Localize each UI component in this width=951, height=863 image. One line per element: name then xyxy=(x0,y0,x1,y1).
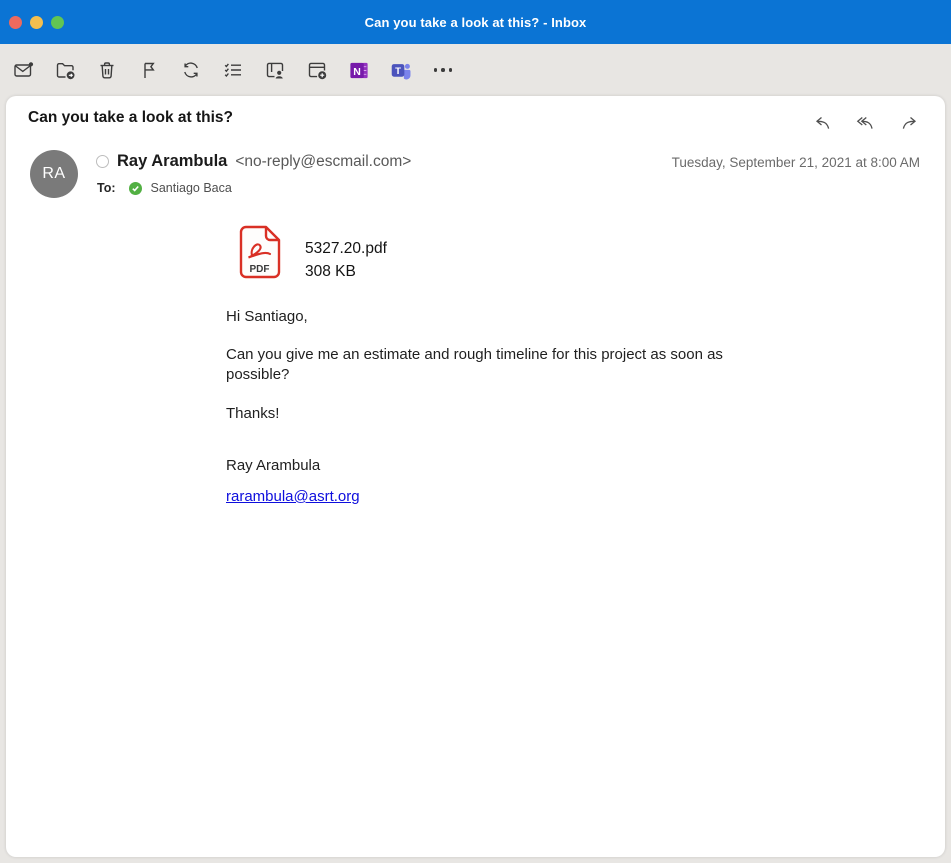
attachment-size: 308 KB xyxy=(305,260,387,283)
svg-text:T: T xyxy=(395,66,401,77)
checklist-icon xyxy=(222,59,244,81)
body-paragraph: Can you give me an estimate and rough ti… xyxy=(226,345,724,385)
onenote-icon: N xyxy=(348,59,370,82)
verified-check-icon xyxy=(129,182,142,195)
flag-icon xyxy=(138,59,160,81)
delete-button[interactable] xyxy=(96,59,118,81)
trash-icon xyxy=(96,59,118,81)
svg-text:N: N xyxy=(353,65,361,77)
onenote-button[interactable]: N xyxy=(348,59,370,81)
reading-pane: Can you take a look at this? RA Ra xyxy=(6,96,945,857)
todo-list-button[interactable] xyxy=(222,59,244,81)
flag-button[interactable] xyxy=(138,59,160,81)
sync-button[interactable] xyxy=(180,59,202,81)
new-window-button[interactable] xyxy=(306,59,328,81)
more-icon xyxy=(434,68,453,72)
svg-text:PDF: PDF xyxy=(250,264,270,275)
teams-icon: T xyxy=(390,59,412,82)
message-date: Tuesday, September 21, 2021 at 8:00 AM xyxy=(672,155,920,170)
mark-unread-button[interactable] xyxy=(12,59,34,81)
body-signature: Ray Arambula xyxy=(226,456,731,476)
body-greeting: Hi Santiago, xyxy=(226,307,731,327)
recipient-name[interactable]: Santiago Baca xyxy=(151,181,232,195)
zoom-window-button[interactable] xyxy=(51,16,64,29)
sender-email: <no-reply@escmail.com> xyxy=(235,153,411,171)
folder-move-icon xyxy=(54,59,76,81)
card-person-icon xyxy=(264,59,286,81)
body-closing: Thanks! xyxy=(226,404,731,424)
minimize-window-button[interactable] xyxy=(30,16,43,29)
window-title: Can you take a look at this? - Inbox xyxy=(0,15,951,30)
attachment-filename[interactable]: 5327.20.pdf xyxy=(305,237,387,260)
window-titlebar: Can you take a look at this? - Inbox xyxy=(0,0,951,44)
to-label: To: xyxy=(97,181,116,195)
toolbar: N T xyxy=(0,44,951,96)
select-message-radio[interactable] xyxy=(96,155,109,168)
move-to-folder-button[interactable] xyxy=(54,59,76,81)
sender-avatar[interactable]: RA xyxy=(30,150,78,198)
reply-all-button[interactable] xyxy=(856,113,876,133)
message-body: Hi Santiago, Can you give me an estimate… xyxy=(226,307,731,507)
teams-button[interactable]: T xyxy=(390,59,412,81)
forward-button[interactable] xyxy=(899,113,919,133)
envelope-dot-icon xyxy=(12,59,34,81)
window-plus-icon xyxy=(306,59,328,81)
sender-row: Ray Arambula <no-reply@escmail.com> xyxy=(96,152,411,171)
sender-name: Ray Arambula xyxy=(117,152,227,171)
signature-email-link[interactable]: rarambula@asrt.org xyxy=(226,488,360,505)
forward-icon xyxy=(899,113,919,133)
attachment-meta: 5327.20.pdf 308 KB xyxy=(305,224,387,283)
close-window-button[interactable] xyxy=(9,16,22,29)
reply-icon xyxy=(813,113,833,133)
attachment[interactable]: PDF 5327.20.pdf 308 KB xyxy=(236,224,387,283)
sender-initials: RA xyxy=(42,165,65,183)
reply-button[interactable] xyxy=(813,113,833,133)
reply-all-icon xyxy=(856,113,876,133)
contact-card-button[interactable] xyxy=(264,59,286,81)
reply-actions xyxy=(813,113,919,133)
signature-link-row: rarambula@asrt.org xyxy=(226,487,731,507)
traffic-lights xyxy=(9,0,64,44)
sync-icon xyxy=(180,59,202,81)
pdf-file-icon: PDF xyxy=(236,224,284,281)
more-button[interactable] xyxy=(432,59,454,81)
to-row: To: Santiago Baca xyxy=(97,181,232,195)
message-subject: Can you take a look at this? xyxy=(28,109,233,127)
